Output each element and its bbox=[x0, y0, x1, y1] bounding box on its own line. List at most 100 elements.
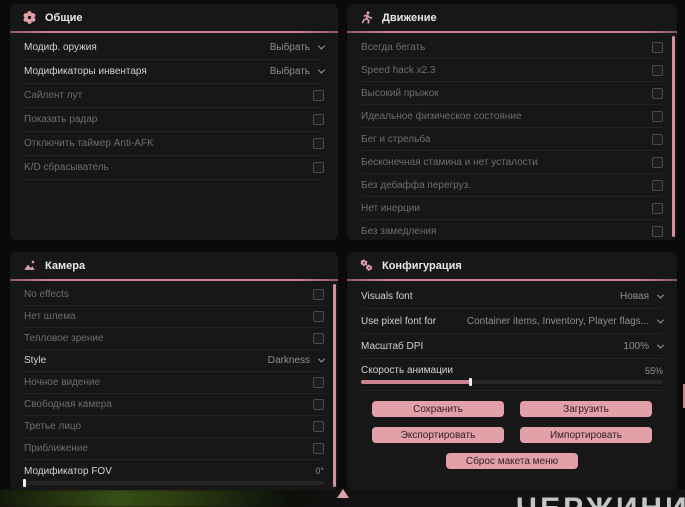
row-label: Бесконечная стамина и нет усталости bbox=[361, 156, 538, 168]
export-button[interactable]: Экспортировать bbox=[372, 427, 504, 443]
free-camera-checkbox[interactable] bbox=[313, 399, 324, 410]
high-jump-checkbox[interactable] bbox=[652, 87, 663, 99]
button-row: Сброс макета меню bbox=[361, 453, 663, 469]
row-dpi-scale: Масштаб DPI 100% bbox=[361, 334, 665, 359]
pixel-font-for-dropdown[interactable]: Container items, Inventory, Player flags… bbox=[466, 315, 665, 327]
row-animation-speed: Скорость анимации 55% bbox=[361, 359, 663, 391]
row-label: Масштаб DPI bbox=[361, 340, 424, 352]
panel-general: Общие Модиф. оружия Выбрать Модификаторы и… bbox=[10, 4, 338, 240]
thermal-vision-checkbox[interactable] bbox=[313, 333, 324, 344]
dropdown-value: Container items, Inventory, Player flags… bbox=[466, 315, 649, 327]
row-label: Тепловое зрение bbox=[24, 333, 104, 344]
anti-afk-timer-checkbox[interactable] bbox=[313, 138, 324, 149]
third-person-checkbox[interactable] bbox=[313, 421, 324, 432]
load-button[interactable]: Загрузить bbox=[520, 401, 652, 417]
panel-title: Движение bbox=[382, 11, 437, 24]
chevron-down-icon bbox=[317, 42, 326, 50]
row-label: Ночное видение bbox=[24, 377, 101, 388]
no-slowdown-checkbox[interactable] bbox=[652, 225, 663, 237]
animation-speed-slider-fill bbox=[361, 380, 470, 384]
row-silent-loot: Сайлент лут bbox=[24, 84, 324, 108]
gears-icon bbox=[360, 259, 373, 272]
show-radar-checkbox[interactable] bbox=[313, 114, 324, 125]
row-no-slowdown: Без замедления bbox=[361, 220, 663, 240]
run-and-shoot-checkbox[interactable] bbox=[652, 133, 663, 145]
button-row: Экспортировать Импортировать bbox=[361, 427, 663, 443]
row-kd-resetter: K/D сбрасыватель bbox=[24, 156, 324, 180]
row-always-run: Всегда бегать bbox=[361, 36, 663, 59]
panel-general-body: Модиф. оружия Выбрать Модификаторы инвента… bbox=[10, 33, 338, 180]
kd-resetter-checkbox[interactable] bbox=[313, 162, 324, 173]
no-inertia-checkbox[interactable] bbox=[652, 202, 663, 214]
row-label: Высокий прыжок bbox=[361, 87, 439, 99]
import-button[interactable]: Импортировать bbox=[520, 427, 652, 443]
zoom-checkbox[interactable] bbox=[313, 443, 324, 454]
row-night-vision: Ночное видение bbox=[24, 372, 324, 394]
inventory-mods-dropdown[interactable]: Выбрать bbox=[269, 66, 326, 77]
row-label: Сайлент лут bbox=[24, 90, 83, 101]
always-run-checkbox[interactable] bbox=[652, 41, 663, 53]
animation-speed-slider[interactable] bbox=[361, 378, 663, 386]
row-fov-modifier: Модификатор FOV 0° bbox=[23, 460, 324, 490]
row-label: Модификатор FOV bbox=[24, 465, 112, 477]
chevron-down-icon bbox=[317, 66, 326, 74]
panel-movement-header: Движение bbox=[347, 4, 677, 31]
fov-modifier-slider-handle[interactable] bbox=[23, 478, 26, 487]
row-label: Скорость анимации bbox=[361, 365, 453, 376]
no-overload-debuff-checkbox[interactable] bbox=[652, 179, 663, 191]
panel-camera-body: No effects Нет шлема Тепловое зрение Style D… bbox=[10, 281, 338, 490]
weapon-mod-dropdown[interactable]: Выбрать bbox=[269, 42, 326, 53]
row-infinite-stamina: Бесконечная стамина и нет усталости bbox=[361, 151, 663, 174]
row-style: Style Darkness bbox=[24, 350, 326, 372]
animation-speed-slider-handle[interactable] bbox=[468, 378, 472, 386]
dropdown-value: 100% bbox=[623, 340, 649, 352]
chevron-down-icon bbox=[656, 341, 665, 349]
style-dropdown[interactable]: Darkness bbox=[267, 355, 326, 366]
game-background-grass bbox=[0, 490, 340, 507]
row-high-jump: Высокий прыжок bbox=[361, 82, 663, 105]
row-label: Свободная камера bbox=[24, 399, 112, 410]
panel-movement: Движение Всегда бегать Speed hack x2.3 Выс… bbox=[347, 4, 677, 240]
image-icon bbox=[23, 259, 36, 272]
row-thermal-vision: Тепловое зрение bbox=[24, 328, 324, 350]
movement-scrollbar[interactable] bbox=[672, 36, 675, 237]
save-button[interactable]: Сохранить bbox=[372, 401, 504, 417]
chevron-down-icon bbox=[656, 316, 665, 324]
fov-modifier-slider[interactable] bbox=[23, 478, 324, 487]
row-label: K/D сбрасыватель bbox=[24, 162, 109, 173]
row-value: 0° bbox=[315, 466, 324, 476]
perfect-physique-checkbox[interactable] bbox=[652, 110, 663, 122]
row-label: Всегда бегать bbox=[361, 41, 426, 53]
infinite-stamina-checkbox[interactable] bbox=[652, 156, 663, 168]
row-perfect-physique: Идеальное физическое состояние bbox=[361, 105, 663, 128]
night-vision-checkbox[interactable] bbox=[313, 377, 324, 388]
dropdown-value: Darkness bbox=[267, 355, 310, 366]
row-label: Модификаторы инвентаря bbox=[24, 66, 147, 77]
row-label: Нет шлема bbox=[24, 311, 76, 322]
camera-scrollbar[interactable] bbox=[333, 284, 336, 487]
no-helmet-checkbox[interactable] bbox=[313, 311, 324, 322]
silent-loot-checkbox[interactable] bbox=[313, 90, 324, 101]
chevron-down-icon bbox=[317, 355, 326, 363]
row-free-camera: Свободная камера bbox=[24, 394, 324, 416]
row-zoom: Приближение bbox=[24, 438, 324, 460]
dropdown-value: Выбрать bbox=[269, 42, 310, 53]
config-rows: Visuals font Новая Use pixel font for Conta… bbox=[361, 284, 665, 391]
speed-hack-checkbox[interactable] bbox=[652, 64, 663, 76]
row-speed-hack: Speed hack x2.3 bbox=[361, 59, 663, 82]
dropdown-value: Выбрать bbox=[269, 66, 310, 77]
row-pixel-font-for: Use pixel font for Container items, Inven… bbox=[361, 309, 665, 334]
panel-general-header: Общие bbox=[10, 4, 338, 31]
row-label: Нет инерции bbox=[361, 202, 420, 214]
row-label: Отключить таймер Anti-AFK bbox=[24, 138, 154, 149]
dpi-scale-dropdown[interactable]: 100% bbox=[623, 340, 665, 352]
config-buttons: Сохранить Загрузить Экспортировать Импортир… bbox=[361, 401, 663, 469]
runner-icon bbox=[360, 11, 373, 24]
background-watermark-text: ЧЕРЖИНИЕ bbox=[516, 492, 685, 507]
reset-menu-layout-button[interactable]: Сброс макета меню bbox=[446, 453, 578, 469]
visuals-font-dropdown[interactable]: Новая bbox=[620, 291, 665, 302]
row-label: Идеальное физическое состояние bbox=[361, 110, 522, 122]
cheat-menu-screen: ЧЕРЖИНИЕ Общие Модиф. оружияВыбратьМодиф… bbox=[0, 0, 685, 507]
no-effects-checkbox[interactable] bbox=[313, 289, 324, 300]
row-no-inertia: Нет инерции bbox=[361, 197, 663, 220]
